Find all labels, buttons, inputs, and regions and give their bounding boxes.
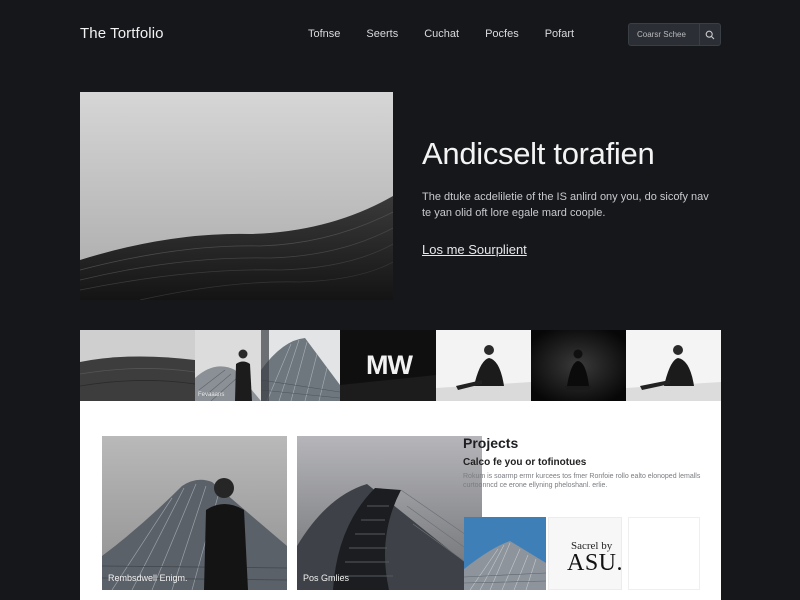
search-box [628,23,721,46]
nav-item-4[interactable]: Pocfes [485,28,519,40]
main-nav: Tofnse Seerts Cuchat Pocfes Pofart [308,28,574,40]
nav-item-1[interactable]: Tofnse [308,28,340,40]
thumbnail-glass-building[interactable] [261,330,340,401]
project-thumb-blank[interactable] [628,517,700,590]
thumbnail-seated-man-white-2[interactable] [626,330,721,401]
projects-subtitle: Calco fe you or tofinotues [463,457,587,468]
thumbnail-seated-man-dark[interactable] [531,330,626,401]
hero-image [80,92,393,300]
thumbnail-dunes[interactable] [80,330,195,401]
project-card-2[interactable]: Pos Gmlies [297,436,482,590]
project-card-2-caption: Pos Gmlies [303,573,350,583]
thumbnail-strip: Fevaaans MW [80,330,721,401]
search-icon [705,30,715,39]
projects-panel: Rembsdwell Enigm. Pos Gmlies Projects Ca… [80,401,721,600]
thumbnail-portrait-building[interactable]: Fevaaans [195,330,261,401]
thumbnail-seated-man-white[interactable] [436,330,531,401]
nav-item-2[interactable]: Seerts [366,28,398,40]
hero-title: Andicselt torafien [422,136,655,171]
site-brand[interactable]: The Tortfolio [80,25,164,42]
nav-item-5[interactable]: Pofart [545,28,574,40]
projects-description: Rokum is soarmp ermr kurcees tos fmer Ro… [463,473,701,489]
projects-title: Projects [463,435,519,451]
asu-logo-text: ASU. [567,550,622,576]
thumbnail-caption: Fevaaans [198,392,225,398]
project-card-1-caption: Rembsdwell Enigm. [108,573,188,583]
project-thumb-asu[interactable]: Sacrel by ASU. [548,517,622,590]
nav-item-3[interactable]: Cuchat [424,28,459,40]
mw-logo-text: MW [366,350,413,380]
thumbnail-mw-logo[interactable]: MW [340,330,436,401]
hero-description: The dtuke acdeliletie of the IS anlird o… [422,191,709,219]
search-button[interactable] [699,24,720,45]
site-header: The Tortfolio Tofnse Seerts Cuchat Pocfe… [0,0,800,70]
hero-cta-link[interactable]: Los me Sourplient [422,242,527,257]
project-card-1[interactable]: Rembsdwell Enigm. [102,436,287,590]
project-thumb-building[interactable] [464,517,546,590]
search-input[interactable] [629,24,699,45]
